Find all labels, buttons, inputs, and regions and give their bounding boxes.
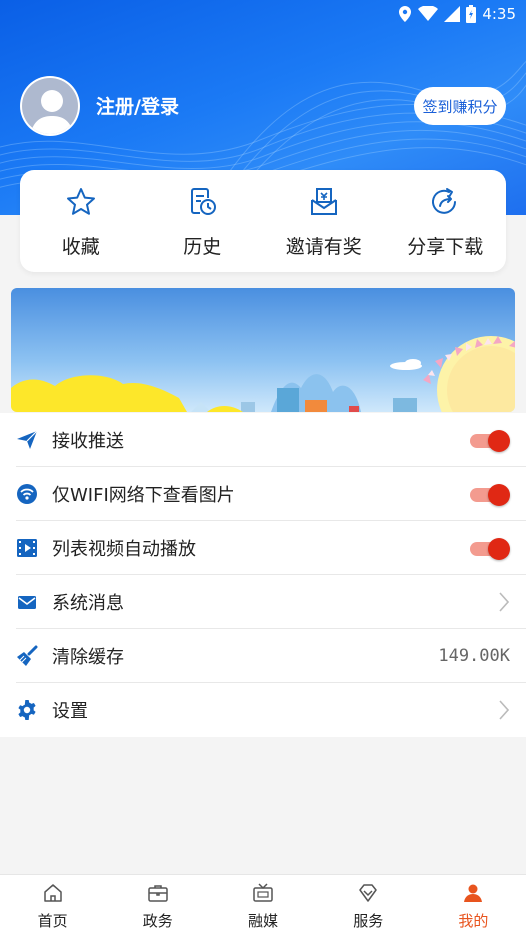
login-link[interactable]: 注册/登录 [96, 92, 179, 119]
status-bar: 4:35 [0, 0, 526, 28]
send-icon [16, 429, 38, 451]
tv-icon [253, 883, 273, 902]
mail-icon [16, 591, 38, 613]
share-icon [432, 188, 457, 214]
promo-banner[interactable] [11, 288, 515, 412]
tab-label: 政务 [142, 912, 173, 930]
setting-label: 设置 [52, 701, 88, 722]
setting-row-system-messages[interactable]: 系统消息 [0, 575, 526, 629]
setting-label: 仅WIFI网络下查看图片 [52, 485, 235, 506]
wifi-signal-icon [418, 6, 439, 21]
user-icon [464, 884, 483, 902]
bottom-tab-bar: 首页 政务 融媒 服务 我的 [0, 874, 526, 934]
quick-action-label: 分享下载 [407, 236, 484, 258]
city-illustration [11, 288, 515, 412]
quick-action-favorites[interactable]: 收藏 [20, 170, 142, 272]
setting-label: 系统消息 [52, 593, 124, 614]
setting-row-wifi-images[interactable]: 仅WIFI网络下查看图片 [0, 467, 526, 521]
tab-mine[interactable]: 我的 [421, 875, 526, 934]
tab-label: 融媒 [248, 912, 279, 930]
cache-size-value: 149.00K [438, 646, 510, 666]
location-icon [399, 6, 412, 22]
status-time: 4:35 [482, 5, 516, 23]
cell-signal-icon [444, 6, 461, 22]
chevron-right-icon [499, 592, 510, 612]
tab-label: 首页 [37, 912, 68, 930]
briefcase-icon [148, 885, 168, 902]
battery-icon [466, 5, 477, 23]
setting-label: 列表视频自动播放 [52, 539, 196, 560]
quick-action-label: 邀请有奖 [285, 236, 362, 258]
autoplay-toggle[interactable] [470, 538, 510, 560]
quick-action-label: 收藏 [61, 236, 100, 258]
setting-label: 接收推送 [52, 431, 124, 452]
tab-home[interactable]: 首页 [0, 875, 105, 934]
home-icon [43, 884, 62, 902]
wifi-images-toggle[interactable] [470, 484, 510, 506]
quick-action-share[interactable]: 分享下载 [385, 170, 507, 272]
quick-action-invite[interactable]: 邀请有奖 [263, 170, 385, 272]
wifi-icon [16, 483, 38, 505]
gear-icon [16, 699, 38, 721]
push-toggle[interactable] [470, 430, 510, 452]
tab-media[interactable]: 融媒 [210, 875, 315, 934]
setting-row-clear-cache[interactable]: 清除缓存 149.00K [0, 629, 526, 683]
diamond-icon [359, 884, 377, 902]
setting-label: 清除缓存 [52, 647, 124, 668]
signin-points-button[interactable]: 签到赚积分 [414, 87, 506, 125]
tab-services[interactable]: 服务 [316, 875, 421, 934]
quick-action-history[interactable]: 历史 [142, 170, 264, 272]
invite-icon [310, 188, 337, 215]
chevron-right-icon [499, 700, 510, 720]
quick-actions-card: 收藏 历史 邀请有奖 分享下载 [20, 170, 506, 272]
tab-label: 我的 [458, 912, 489, 930]
video-icon [16, 537, 38, 559]
tab-label: 服务 [353, 912, 384, 930]
settings-list: 接收推送 仅WIFI网络下查看图片 列表视频自动播放 系统消息 清除缓存 149… [0, 413, 526, 737]
history-icon [191, 188, 217, 215]
setting-row-settings[interactable]: 设置 [0, 683, 526, 737]
setting-row-autoplay[interactable]: 列表视频自动播放 [0, 521, 526, 575]
star-icon [66, 188, 95, 215]
avatar[interactable] [20, 76, 80, 136]
setting-row-push[interactable]: 接收推送 [0, 413, 526, 467]
quick-action-label: 历史 [183, 236, 222, 258]
broom-icon [16, 645, 38, 667]
tab-government[interactable]: 政务 [105, 875, 210, 934]
